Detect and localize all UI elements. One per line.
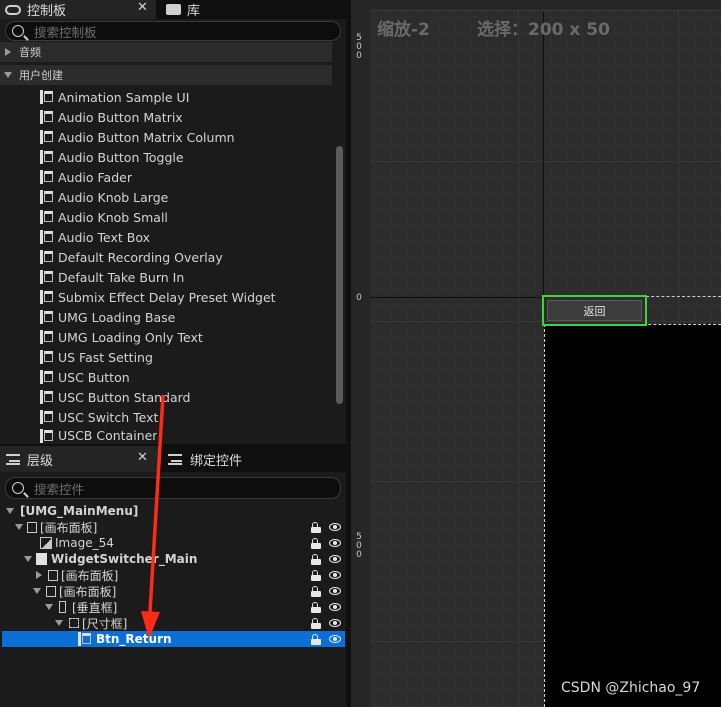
annotation-arrow-head — [141, 611, 160, 639]
annotation-arrow-overlay — [141, 394, 165, 639]
annotation-arrow-shaft — [148, 394, 165, 613]
